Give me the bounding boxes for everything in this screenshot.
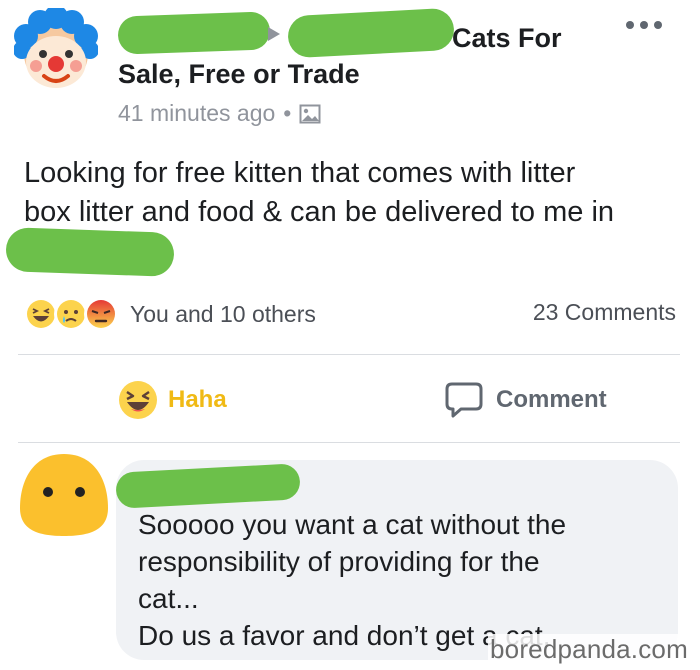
comments-count[interactable]: 23 Comments [533, 299, 676, 326]
meta-separator: • [283, 100, 292, 126]
more-dots-icon[interactable] [624, 18, 664, 32]
haha-label: Haha [168, 386, 227, 413]
arrow-separator-icon [268, 27, 280, 41]
angry-emoji-icon [84, 297, 118, 331]
haha-emoji-icon [24, 297, 58, 331]
comment-button[interactable]: Comment [444, 380, 607, 420]
divider [18, 442, 680, 443]
comment-line: Sooooo you want a cat without the [138, 509, 567, 540]
haha-emoji-icon [119, 381, 157, 419]
post-body-line: Looking for free kitten that comes with … [24, 157, 576, 189]
redacted-location [5, 227, 175, 277]
blob-face-icon[interactable] [18, 452, 110, 538]
reactions-count-text[interactable]: You and 10 others [130, 301, 316, 328]
comment-text: Sooooo you want a cat without the respon… [138, 506, 668, 654]
sad-emoji-icon [54, 297, 88, 331]
redacted-group-prefix [287, 7, 455, 59]
divider [18, 354, 680, 355]
clown-face-icon[interactable] [14, 8, 98, 92]
comment-label: Comment [496, 386, 607, 413]
comment-line: cat... [138, 583, 199, 614]
post-meta: 41 minutes ago • [118, 100, 321, 127]
haha-reaction-button[interactable]: Haha [118, 380, 227, 420]
image-icon [299, 104, 321, 123]
comment-line: responsibility of providing for the [138, 546, 540, 577]
post-body-line: box litter and food & can be delivered t… [24, 196, 615, 228]
group-name-part2[interactable]: Sale, Free or Trade [118, 59, 360, 89]
watermark: boredpanda.com [488, 634, 690, 665]
speech-bubble-icon [445, 382, 483, 418]
post-body: Looking for free kitten that comes with … [24, 154, 684, 232]
group-name-part1[interactable]: Cats For [452, 23, 562, 53]
post-timestamp[interactable]: 41 minutes ago [118, 100, 275, 127]
redacted-author-name [117, 11, 271, 55]
reactions-summary[interactable]: You and 10 others [24, 297, 316, 331]
